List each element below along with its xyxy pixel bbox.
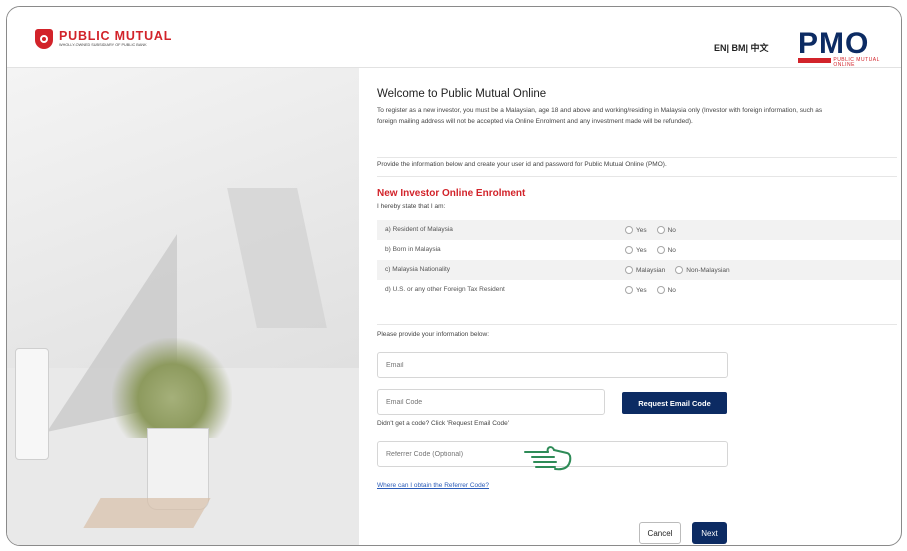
radio-label: Yes (636, 226, 647, 234)
request-email-code-button[interactable]: Request Email Code (622, 392, 727, 414)
radio-label: Yes (636, 286, 647, 294)
pointing-hand-icon (524, 446, 572, 471)
email-code-hint: Didn't get a code? Click 'Request Email … (377, 420, 509, 427)
declaration-list: a) Resident of Malaysia Yes No b) Born i… (377, 220, 901, 300)
radio-option-non-malaysian[interactable]: Non-Malaysian (675, 266, 730, 274)
radio-button[interactable] (656, 246, 665, 254)
declaration-question: a) Resident of Malaysia (385, 226, 453, 233)
radio-group: Malaysian Non-Malaysian (625, 266, 730, 274)
provide-info-label: Please provide your information below: (377, 331, 490, 338)
radio-button[interactable] (656, 226, 665, 234)
radio-option-no[interactable]: No (656, 286, 676, 294)
radio-label: Malaysian (636, 266, 666, 274)
pmo-tagline-bar (798, 58, 832, 63)
instruction-text: Provide the information below and create… (377, 161, 667, 168)
cancel-button[interactable]: Cancel (639, 522, 681, 544)
photo-cup (15, 348, 49, 460)
radio-option-no[interactable]: No (656, 246, 676, 254)
public-mutual-logo-icon (35, 29, 53, 49)
radio-label: No (667, 286, 676, 294)
photo-plant (112, 338, 232, 438)
browser-frame: PUBLIC MUTUAL WHOLLY-OWNED SUBSIDIARY OF… (6, 6, 902, 546)
radio-option-no[interactable]: No (656, 226, 676, 234)
declaration-row-born: b) Born in Malaysia Yes No (377, 240, 901, 260)
photo-tablet (227, 188, 327, 328)
radio-option-yes[interactable]: Yes (625, 226, 647, 234)
logo-title: PUBLIC MUTUAL (59, 29, 173, 44)
header: PUBLIC MUTUAL WHOLLY-OWNED SUBSIDIARY OF… (7, 7, 901, 68)
divider (377, 176, 897, 177)
radio-option-yes[interactable]: Yes (625, 286, 647, 294)
radio-button[interactable] (656, 286, 665, 294)
logo-subtitle: WHOLLY-OWNED SUBSIDIARY OF PUBLIC BANK (59, 42, 147, 47)
declaration-question: d) U.S. or any other Foreign Tax Residen… (385, 286, 505, 293)
referrer-code-help-link[interactable]: Where can I obtain the Referrer Code? (377, 482, 489, 489)
public-mutual-logo[interactable]: PUBLIC MUTUAL WHOLLY-OWNED SUBSIDIARY OF… (35, 29, 172, 49)
radio-option-malaysian[interactable]: Malaysian (625, 266, 665, 274)
radio-button[interactable] (625, 246, 633, 254)
next-button[interactable]: Next (692, 522, 727, 544)
radio-label: Yes (636, 246, 647, 254)
photo-coaster (83, 498, 211, 528)
radio-option-yes[interactable]: Yes (625, 246, 647, 254)
divider (377, 157, 897, 158)
declaration-question: b) Born in Malaysia (385, 246, 441, 253)
radio-button[interactable] (625, 226, 633, 234)
radio-label: Non-Malaysian (686, 266, 730, 274)
logo-text: PUBLIC MUTUAL WHOLLY-OWNED SUBSIDIARY OF… (59, 30, 172, 47)
radio-button[interactable] (675, 266, 684, 274)
radio-group: Yes No (625, 246, 676, 254)
declaration-row-nationality: c) Malaysia Nationality Malaysian Non-Ma… (377, 260, 901, 280)
pmo-tagline: PUBLIC MUTUAL ONLINE (798, 57, 884, 68)
radio-group: Yes No (625, 226, 676, 234)
pmo-tagline-text: PUBLIC MUTUAL ONLINE (833, 57, 880, 68)
enrolment-panel: Welcome to Public Mutual Online To regis… (371, 68, 901, 545)
page-title: Welcome to Public Mutual Online (377, 88, 547, 100)
declaration-row-tax-resident: d) U.S. or any other Foreign Tax Residen… (377, 280, 901, 300)
radio-button[interactable] (625, 286, 633, 294)
pmo-logo[interactable]: PMO PUBLIC MUTUAL ONLINE (798, 27, 884, 68)
statement-label: I hereby state that I am: (377, 203, 446, 210)
section-title: New Investor Online Enrolment (377, 188, 526, 199)
declaration-question: c) Malaysia Nationality (385, 266, 451, 273)
radio-label: No (667, 226, 676, 234)
language-switcher[interactable]: EN| BM| 中文 (714, 41, 769, 54)
email-code-field[interactable] (377, 389, 605, 415)
hero-photo (7, 68, 359, 545)
email-field[interactable] (377, 352, 728, 378)
declaration-row-resident: a) Resident of Malaysia Yes No (377, 220, 901, 240)
pmo-logo-text: PMO (798, 27, 870, 60)
intro-text: To register as a new investor, you must … (377, 107, 823, 125)
radio-label: No (667, 246, 676, 254)
radio-group: Yes No (625, 286, 676, 294)
divider (377, 324, 897, 325)
radio-button[interactable] (625, 266, 633, 274)
